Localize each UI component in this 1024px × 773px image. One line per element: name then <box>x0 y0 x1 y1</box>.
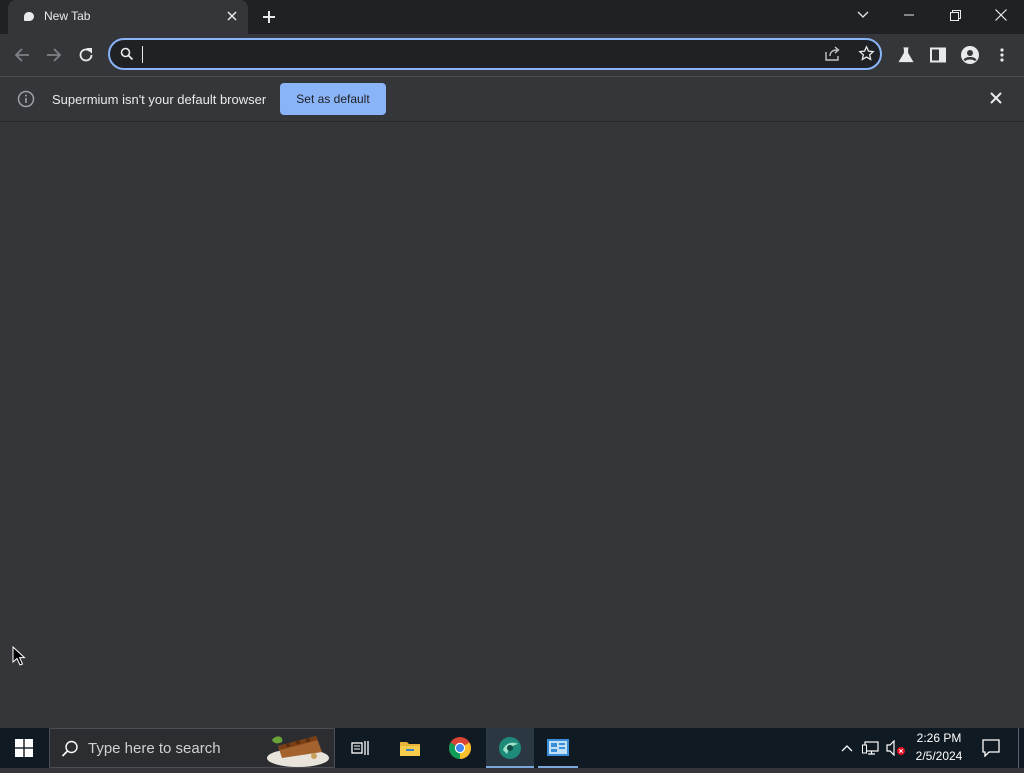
file-explorer-icon[interactable] <box>390 728 430 768</box>
control-panel-icon[interactable] <box>538 728 578 768</box>
star-icon[interactable] <box>858 45 875 67</box>
task-view-icon[interactable] <box>340 728 380 768</box>
chevron-up-icon[interactable] <box>836 728 858 768</box>
taskbar-search-box[interactable]: Type here to search <box>49 728 335 768</box>
minimize-icon[interactable] <box>886 0 932 30</box>
search-icon <box>120 47 134 66</box>
infobar-message: Supermium isn't your default browser <box>52 92 267 107</box>
clock-time[interactable]: 2:26 PM <box>910 731 968 745</box>
mouse-pointer-icon <box>12 646 26 666</box>
clock-date[interactable]: 2/5/2024 <box>910 749 968 763</box>
search-placeholder: Type here to search <box>88 740 221 757</box>
close-icon[interactable] <box>223 7 241 25</box>
show-desktop-button[interactable] <box>1018 728 1024 768</box>
restore-icon[interactable] <box>932 0 978 30</box>
share-icon[interactable] <box>824 46 842 67</box>
tab-title: New Tab <box>44 9 91 23</box>
search-icon <box>61 740 79 763</box>
volume-muted-icon[interactable] <box>884 728 908 768</box>
network-icon[interactable] <box>860 728 882 768</box>
toolbar <box>0 34 1024 76</box>
page-content[interactable] <box>0 122 1024 728</box>
labs-flask-icon[interactable] <box>894 43 918 67</box>
chrome-icon[interactable] <box>440 728 480 768</box>
forward-arrow-icon[interactable] <box>42 43 66 67</box>
profile-icon[interactable] <box>958 43 982 67</box>
title-bar: New Tab <box>0 0 1024 34</box>
chat-bubble-icon <box>24 12 34 21</box>
tab-new-tab[interactable]: New Tab <box>8 0 248 34</box>
plus-icon[interactable] <box>258 6 280 28</box>
kebab-menu-icon[interactable] <box>990 43 1014 67</box>
text-caret <box>142 46 143 63</box>
pie-slice-image <box>264 730 330 773</box>
address-input[interactable] <box>142 44 806 66</box>
back-arrow-icon[interactable] <box>10 43 34 67</box>
default-browser-infobar: Supermium isn't your default browser Set… <box>0 76 1024 122</box>
info-icon <box>17 90 35 113</box>
close-icon[interactable] <box>990 91 1002 109</box>
windows-logo-icon[interactable] <box>0 728 48 768</box>
taskbar: Type here to search 2:26 PM 2/5/2024 <box>0 728 1024 768</box>
set-as-default-button[interactable]: Set as default <box>280 83 386 115</box>
side-panel-icon[interactable] <box>926 43 950 67</box>
reload-icon[interactable] <box>74 43 98 67</box>
notification-icon[interactable] <box>976 728 1006 768</box>
supermium-icon[interactable] <box>486 728 534 768</box>
close-window-icon[interactable] <box>978 0 1024 30</box>
tab-search-chevron-icon[interactable] <box>840 0 886 30</box>
address-bar[interactable] <box>108 38 882 70</box>
